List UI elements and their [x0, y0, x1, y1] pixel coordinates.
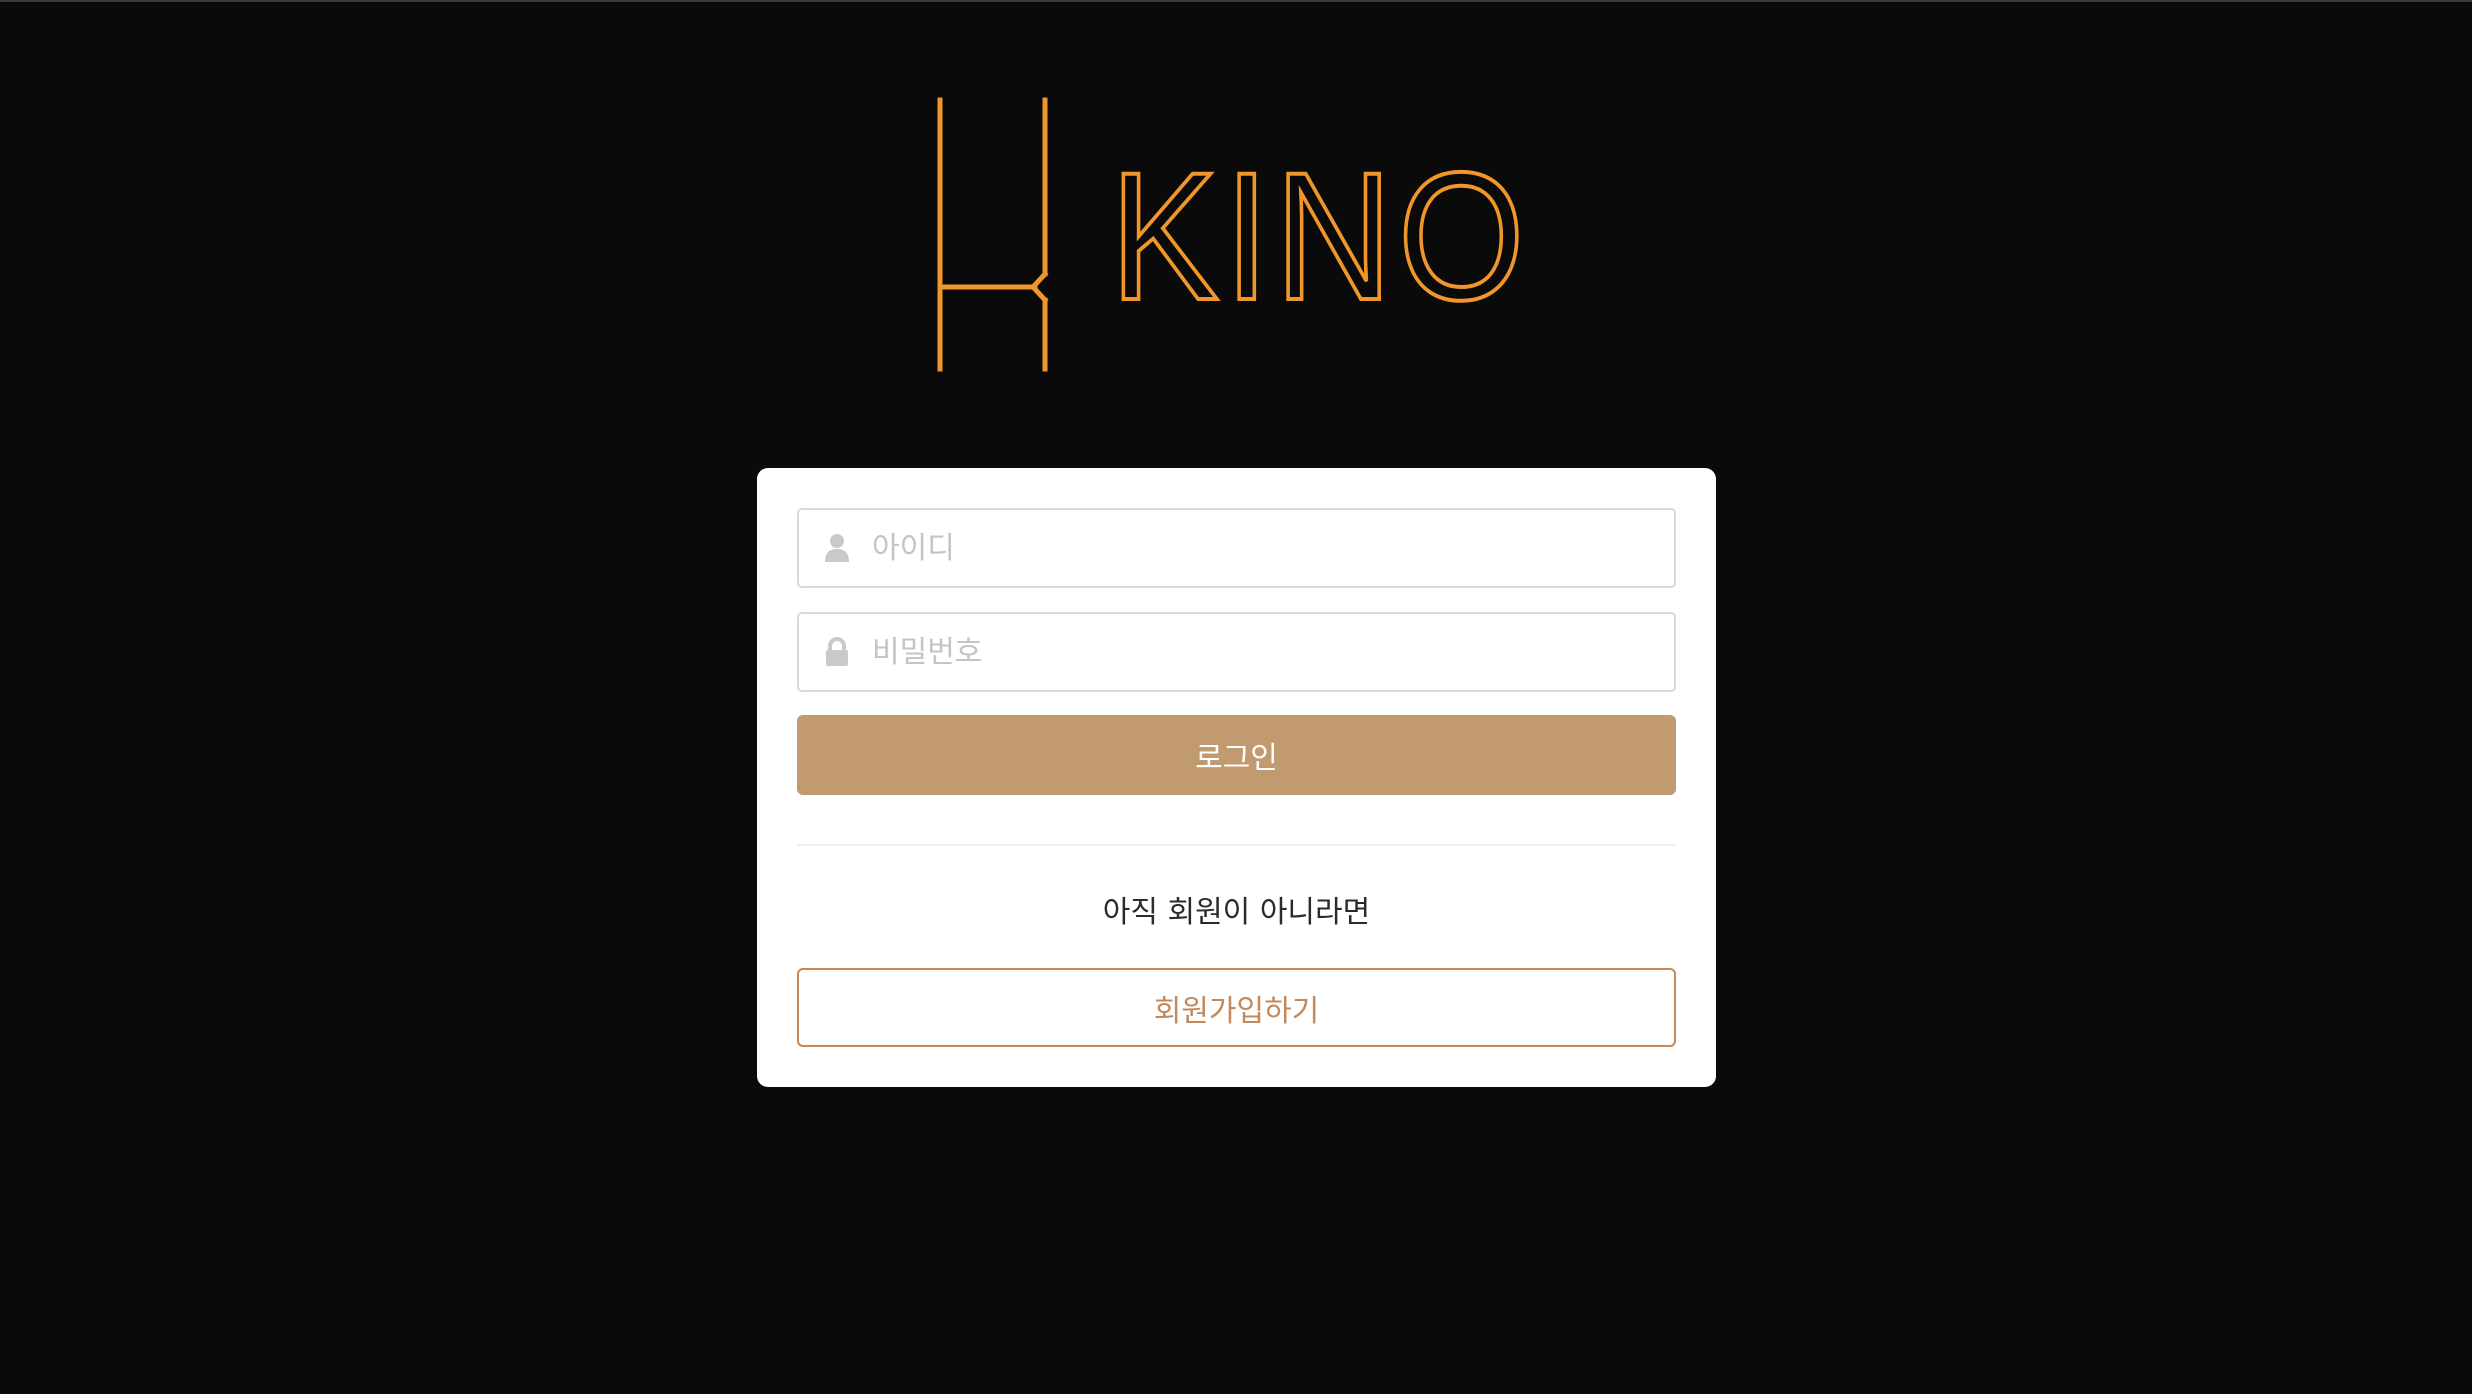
id-field[interactable]	[797, 508, 1676, 588]
id-input[interactable]	[872, 530, 1632, 566]
signup-button[interactable]: 회원가입하기	[797, 968, 1676, 1047]
password-field[interactable]	[797, 612, 1676, 692]
logo-wordmark: KINO	[1110, 134, 1530, 338]
lock-icon	[824, 637, 850, 667]
login-button[interactable]: 로그인	[797, 715, 1676, 795]
signup-prompt: 아직 회원이 아니라면	[1102, 895, 1371, 930]
login-page: KINO 로그인 아직 회원이 아니라면 회원	[0, 0, 2472, 1394]
top-border	[0, 0, 2472, 2]
user-icon	[824, 533, 850, 563]
kino-logo: KINO	[930, 96, 1550, 376]
password-input[interactable]	[872, 634, 1632, 670]
divider	[797, 844, 1676, 846]
login-card: 로그인 아직 회원이 아니라면 회원가입하기	[757, 468, 1716, 1087]
